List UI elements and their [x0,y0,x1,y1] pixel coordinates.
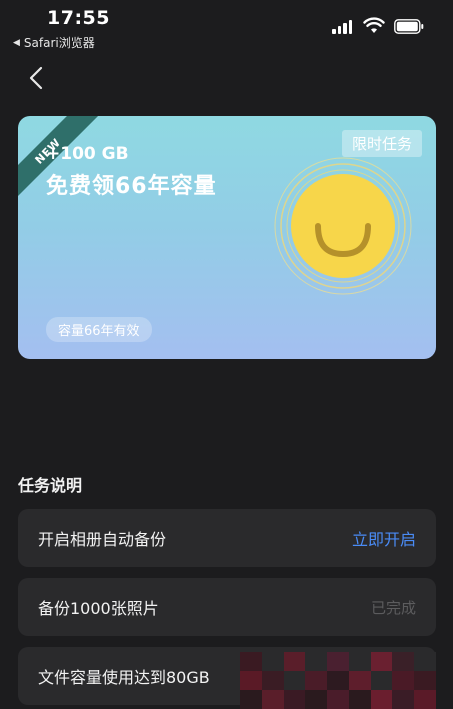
promo-title: 免费领66年容量 [46,174,217,199]
status-time: 17:55 [47,7,110,29]
task-label: 文件容量使用达到80GB [38,668,210,687]
task-row-auto-backup: 开启相册自动备份 立即开启 [18,509,436,567]
task-row-backup-photos: 备份1000张照片 已完成 [18,578,436,636]
enable-now-button[interactable]: 立即开启 [352,526,416,550]
status-bar: 17:55 ◀ Safari浏览器 [0,0,453,56]
back-to-app-link[interactable]: ◀ Safari浏览器 [13,34,95,51]
validity-badge: 容量66年有效 [46,317,152,342]
task-label: 开启相册自动备份 [38,530,167,549]
back-app-label: Safari浏览器 [23,36,95,50]
limited-task-badge: 限时任务 [341,130,422,157]
back-triangle-icon: ◀ [13,37,20,48]
storage-promo-card[interactable]: NEW +100 GB 免费领66年容量 限时任务 容量66年有效 [18,116,436,359]
task-completed-status: 已完成 [370,598,416,617]
task-section-title: 任务说明 [18,476,83,495]
task-label: 备份1000张照片 [38,599,159,618]
cellular-signal-icon [332,20,352,34]
battery-icon [394,19,424,34]
smiling-sun-icon [274,157,412,295]
wifi-icon [363,17,385,33]
storage-amount: +100 GB [46,144,129,164]
redaction-mosaic [240,652,436,709]
back-chevron-icon[interactable] [26,64,48,92]
